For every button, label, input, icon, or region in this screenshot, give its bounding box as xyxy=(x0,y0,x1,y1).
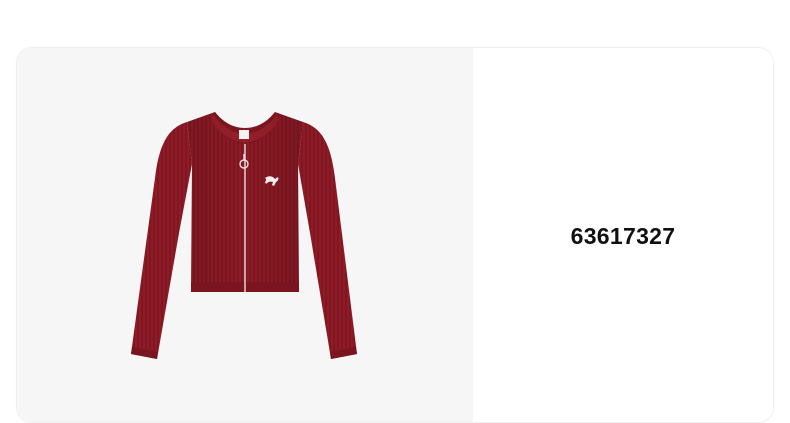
neck-label xyxy=(239,130,249,139)
jacket-image xyxy=(131,112,357,359)
product-card[interactable]: 63617327 xyxy=(16,47,774,423)
product-code: 63617327 xyxy=(570,222,676,249)
left-sleeve xyxy=(131,122,192,359)
product-image-pane[interactable] xyxy=(17,48,473,422)
right-sleeve xyxy=(298,122,357,359)
product-info-pane: 63617327 xyxy=(473,48,773,422)
